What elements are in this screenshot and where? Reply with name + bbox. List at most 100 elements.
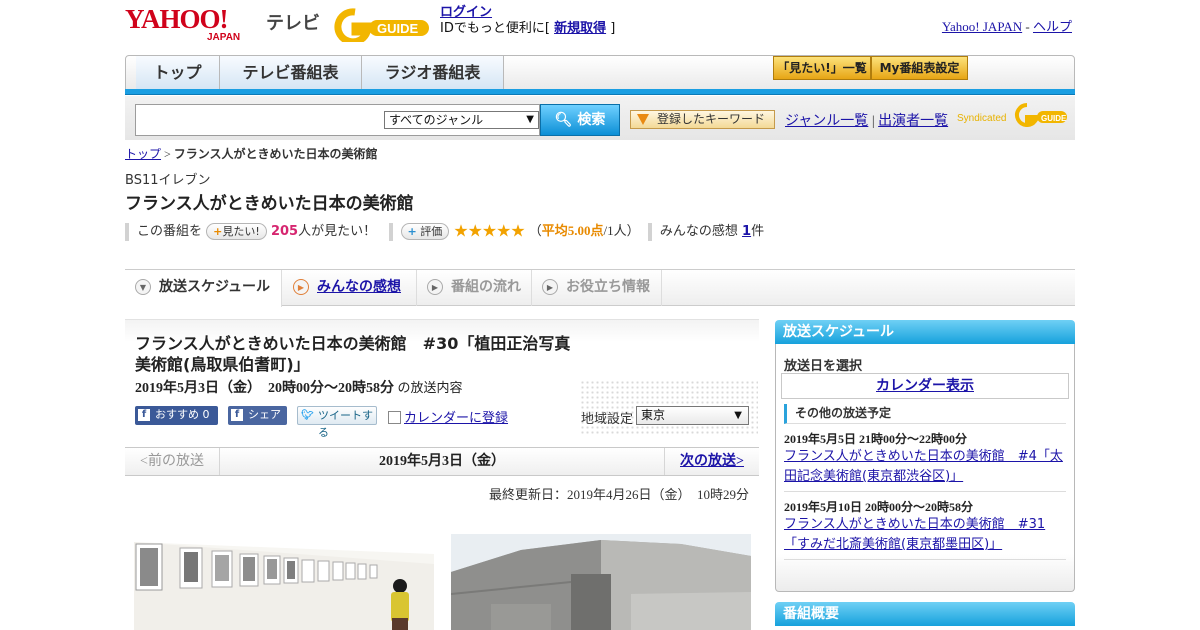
impressions-prefix: みんなの感想 xyxy=(659,224,738,239)
registered-keyword-button[interactable]: 登録したキーワード xyxy=(630,110,775,129)
tab-label: 放送スケジュール xyxy=(159,279,271,295)
breadcrumb-home[interactable]: トップ xyxy=(125,147,161,161)
yahoo-japan-logo[interactable]: YAHOO! JAPAN xyxy=(125,6,261,42)
gguide-logo[interactable]: GUIDE xyxy=(333,6,433,42)
genre-selected: すべてのジャンル xyxy=(389,113,484,127)
museum-building-photo xyxy=(451,534,751,630)
want-count: 205 xyxy=(270,224,299,239)
genre-select[interactable]: すべてのジャンル ▼ xyxy=(384,111,539,129)
next-broadcast-link[interactable]: 次の放送> xyxy=(664,448,759,475)
page-title: フランス人がときめいた日本の美術館 xyxy=(125,194,414,214)
schedule-item-date: 2019年5月10日 20時00分～20時58分 xyxy=(784,500,974,514)
registered-keyword-label: 登録したキーワード xyxy=(657,112,766,126)
calendar-register[interactable]: カレンダーに登録 xyxy=(388,407,508,426)
tab-label: 番組の流れ xyxy=(451,279,521,295)
svg-text:GUIDE: GUIDE xyxy=(1041,114,1067,123)
tab-everyone-impressions[interactable]: ▶ みんなの感想 xyxy=(283,270,417,306)
calendar-icon xyxy=(388,411,401,424)
yahoo-japan-link[interactable]: Yahoo! JAPAN xyxy=(942,19,1022,34)
tab-useful-info[interactable]: ▶ お役立ち情報 xyxy=(532,270,662,306)
tab-label: お役立ち情報 xyxy=(566,279,650,295)
svg-text:JAPAN: JAPAN xyxy=(207,32,240,42)
login-prefix: IDでもっと便利に[ xyxy=(440,21,550,36)
login-area: ログイン IDでもっと便利に[ 新規取得 ] xyxy=(440,5,615,37)
facebook-icon: f xyxy=(138,409,150,421)
link-separator: - xyxy=(1025,19,1030,34)
want-prefix: この番組を xyxy=(137,224,203,239)
breadcrumb-sep: > xyxy=(164,147,171,161)
want-button-label: 見たい! xyxy=(222,225,260,238)
prev-broadcast: <前の放送 xyxy=(125,448,220,475)
rating-count: /1人） xyxy=(603,223,640,238)
rating-average: 平均5.00点 xyxy=(541,223,604,238)
facebook-share-button[interactable]: f シェア xyxy=(228,406,287,425)
nav-tab-top[interactable]: トップ xyxy=(136,56,220,90)
links-divider: | xyxy=(871,114,875,129)
schedule-item-date: 2019年5月5日 21時00分～22時00分 xyxy=(784,432,968,446)
rate-button-label: 評価 xyxy=(420,225,443,238)
content-tabs: ▼ 放送スケジュール ▶ みんなの感想 ▶ 番組の流れ ▶ お役立ち情報 xyxy=(125,269,1075,307)
impressions-count-link[interactable]: 1 xyxy=(742,224,751,239)
want-suffix: 人が見たい！ xyxy=(298,224,377,239)
login-link[interactable]: ログイン xyxy=(440,5,492,20)
tab-program-flow[interactable]: ▶ 番組の流れ xyxy=(417,270,532,306)
svg-text:YAHOO!: YAHOO! xyxy=(125,6,228,34)
rating-stars: ★★★★★ xyxy=(453,221,525,242)
nav-stripe xyxy=(125,89,1075,95)
last-updated: 最終更新日：2019年4月26日（金） 10時29分 xyxy=(488,487,749,502)
rating-row: この番組を +見たい! 205人が見たい！ + 評価 ★★★★★ （平均5.00… xyxy=(125,220,825,242)
tweet-button[interactable]: 🐦︎ ツイートする xyxy=(297,406,377,439)
tab-label: みんなの感想 xyxy=(317,279,401,295)
impressions-suffix: 件 xyxy=(751,224,765,239)
nav-tab-tv-schedule[interactable]: テレビ番組表 xyxy=(220,56,362,90)
genre-list-link[interactable]: ジャンル一覧 xyxy=(785,114,868,129)
login-suffix: ] xyxy=(610,21,616,36)
breadcrumb-current: フランス人がときめいた日本の美術館 xyxy=(173,147,378,161)
share-label: シェア xyxy=(248,408,281,421)
search-icon: 🔍︎ xyxy=(554,112,573,128)
dropdown-arrow-icon: ▼ xyxy=(734,410,742,421)
facebook-icon: f xyxy=(231,409,243,421)
divider xyxy=(388,222,393,241)
search-button[interactable]: 🔍︎ 検索 xyxy=(540,104,620,136)
signup-link[interactable]: 新規取得 xyxy=(554,21,606,36)
dropdown-arrow-icon: ▼ xyxy=(526,114,534,125)
want-button[interactable]: +見たい! xyxy=(206,223,267,240)
help-link[interactable]: ヘルプ xyxy=(1033,19,1072,34)
tab-broadcast-schedule[interactable]: ▼ 放送スケジュール xyxy=(125,270,282,307)
calendar-display-link[interactable]: カレンダー表示 xyxy=(781,373,1069,399)
episode-date-suffix: の放送内容 xyxy=(397,381,463,396)
syndicated-label: Syndicated xyxy=(957,113,1006,124)
divider xyxy=(784,559,1066,560)
arrow-right-icon: ▶ xyxy=(293,279,309,295)
tv-label: テレビ xyxy=(266,13,320,34)
episode-date: 2019年5月3日（金） 20時00分～20時58分 xyxy=(135,381,394,396)
facebook-recommend-button[interactable]: f おすすめ 0 xyxy=(135,406,218,425)
date-select-label: 放送日を選択 xyxy=(784,359,863,374)
divider xyxy=(647,222,652,241)
recommend-label: おすすめ 0 xyxy=(155,408,210,421)
schedule-item-link[interactable]: フランス人がときめいた日本の美術館 #31「すみだ北斎美術館(東京都墨田区)」 xyxy=(784,515,1067,555)
arrow-right-icon: ▶ xyxy=(542,279,558,295)
mitai-list-button[interactable]: 「見たい!」一覧 xyxy=(773,56,871,80)
episode-title: フランス人がときめいた日本の美術館 #30「植田正治写真美術館(鳥取県伯耆町)」 xyxy=(135,334,571,374)
performer-list-link[interactable]: 出演者一覧 xyxy=(878,114,948,129)
genre-links: ジャンル一覧 | 出演者一覧 xyxy=(785,110,948,130)
nav-tab-radio-schedule[interactable]: ラジオ番組表 xyxy=(362,56,504,90)
channel-name: BS11イレブン xyxy=(125,173,211,188)
rate-button[interactable]: + 評価 xyxy=(400,223,450,240)
rating-open: （ xyxy=(528,223,542,238)
calendar-register-link[interactable]: カレンダーに登録 xyxy=(404,411,508,426)
divider xyxy=(784,491,1066,492)
my-schedule-button[interactable]: My番組表設定 xyxy=(871,56,968,80)
syndicated-gguide-logo: Syndicated GUIDE xyxy=(957,103,1067,127)
triangle-down-icon xyxy=(637,114,649,125)
plus-icon: + xyxy=(407,225,417,238)
schedule-item-link[interactable]: フランス人がときめいた日本の美術館 #4「太田記念美術館(東京都渋谷区)」 xyxy=(784,447,1067,487)
svg-text:GUIDE: GUIDE xyxy=(377,21,419,36)
sidebar-schedule-title: 放送スケジュール xyxy=(775,320,1075,344)
current-broadcast-date: 2019年5月3日（金） xyxy=(379,454,505,469)
other-schedule-title: その他の放送予定 xyxy=(784,404,1066,424)
region-select[interactable]: 東京 ▼ xyxy=(636,406,749,425)
twitter-bird-icon: 🐦︎ xyxy=(301,410,314,421)
